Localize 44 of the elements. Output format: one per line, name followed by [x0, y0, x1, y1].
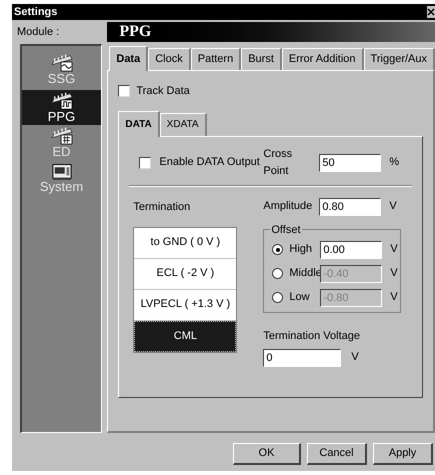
unit-label: V: [389, 199, 397, 214]
unit-label: V: [351, 350, 359, 366]
module-label: Module :: [17, 24, 60, 40]
input-field[interactable]: 0: [263, 348, 342, 366]
unit-label: %: [389, 155, 400, 170]
termination-option[interactable]: LVPECL ( +1.3 V ): [134, 290, 236, 320]
checkbox-label: Enable DATA Output: [159, 155, 260, 170]
module-icon: [48, 52, 74, 72]
tab[interactable]: Burst: [241, 48, 282, 70]
dialog-button[interactable]: OK: [233, 443, 301, 465]
tab[interactable]: Error Addition: [282, 48, 364, 70]
termination-option[interactable]: CML: [134, 320, 236, 352]
dialog-button[interactable]: Apply: [373, 443, 433, 465]
input-field[interactable]: 50: [319, 154, 382, 172]
input-field[interactable]: 0.80: [319, 198, 382, 216]
module-item[interactable]: PPG: [22, 90, 101, 125]
dialog-button[interactable]: Cancel: [307, 443, 367, 465]
module-icon: [48, 125, 74, 145]
module-icon: [48, 90, 74, 110]
tab[interactable]: Data: [109, 46, 148, 71]
field-label: Amplitude: [263, 199, 314, 214]
field-label: Cross Point: [263, 147, 294, 178]
unit-label: V: [390, 266, 398, 282]
radio-label: Low: [289, 290, 311, 306]
checkbox[interactable]: [139, 156, 152, 168]
input-field[interactable]: 0.00: [320, 240, 382, 258]
panel-title: PPG: [119, 22, 152, 42]
window-title: Settings: [14, 4, 58, 20]
checkbox[interactable]: [118, 85, 130, 98]
tab[interactable]: Clock: [148, 48, 191, 70]
field-label: Termination Voltage: [263, 328, 361, 342]
unit-label: V: [390, 290, 398, 306]
termination-option[interactable]: ECL ( -2 V ): [134, 258, 236, 290]
radio-label: Middle: [289, 266, 320, 282]
section-label: Termination: [133, 200, 192, 214]
unit-label: V: [390, 242, 398, 258]
tab[interactable]: Pattern: [190, 48, 242, 70]
tab[interactable]: XDATA: [160, 112, 207, 136]
checkbox-label: Track Data: [136, 84, 190, 99]
radio-label: High: [289, 242, 313, 258]
close-icon[interactable]: [427, 6, 435, 18]
tab[interactable]: DATA: [118, 110, 160, 136]
tab[interactable]: Trigger/Aux: [364, 48, 435, 70]
radio-button[interactable]: [272, 244, 284, 255]
